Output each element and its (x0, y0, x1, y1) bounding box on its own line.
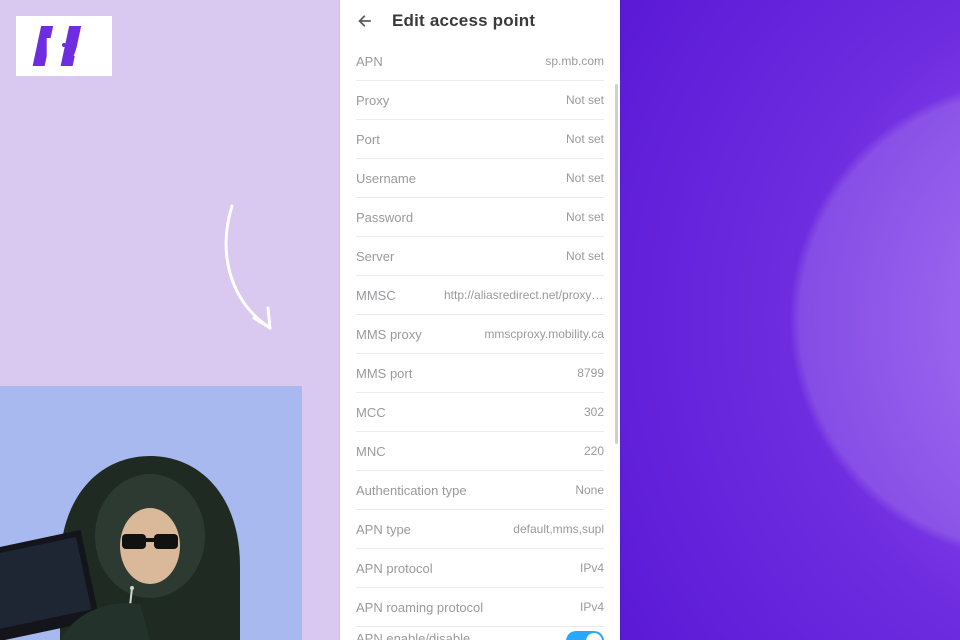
setting-label: Username (356, 171, 416, 186)
setting-label: APN enable/disable (356, 631, 470, 640)
setting-label: Authentication type (356, 483, 467, 498)
background-gradient (620, 0, 960, 640)
setting-label: APN type (356, 522, 411, 537)
setting-value: Not set (566, 132, 604, 146)
arrow-left-icon (355, 11, 375, 31)
svg-text:A: A (73, 32, 92, 62)
svg-text:H: H (45, 32, 64, 62)
setting-value: 220 (584, 444, 604, 458)
setting-row-mnc[interactable]: MNC 220 (356, 432, 604, 471)
setting-label: APN (356, 54, 383, 69)
setting-value: sp.mb.com (545, 54, 604, 68)
setting-value: http://aliasredirect.net/proxy/mb/mmsc (444, 288, 604, 302)
setting-label: MCC (356, 405, 386, 420)
setting-label: Server (356, 249, 394, 264)
setting-label: MMS port (356, 366, 412, 381)
setting-value: default,mms,supl (513, 522, 604, 536)
setting-row-port[interactable]: Port Not set (356, 120, 604, 159)
setting-row-apn-roaming-protocol[interactable]: APN roaming protocol IPv4 (356, 588, 604, 627)
setting-value: 8799 (577, 366, 604, 380)
setting-row-mms-proxy[interactable]: MMS proxy mmscproxy.mobility.ca (356, 315, 604, 354)
setting-row-proxy[interactable]: Proxy Not set (356, 81, 604, 120)
setting-value: mmscproxy.mobility.ca (484, 327, 604, 341)
setting-value: Not set (566, 249, 604, 263)
setting-label: APN protocol (356, 561, 433, 576)
setting-value: None (575, 483, 604, 497)
setting-row-apn-enable[interactable]: APN enable/disable APN enabled (356, 627, 604, 640)
setting-label: MMS proxy (356, 327, 422, 342)
setting-row-apn-type[interactable]: APN type default,mms,supl (356, 510, 604, 549)
screen-header: Edit access point (340, 0, 620, 42)
setting-value: IPv4 (580, 561, 604, 575)
setting-row-mms-port[interactable]: MMS port 8799 (356, 354, 604, 393)
brand-logo: H A (16, 16, 112, 76)
setting-value: Not set (566, 171, 604, 185)
setting-row-apn[interactable]: APN sp.mb.com (356, 42, 604, 81)
phone-settings-panel: Edit access point APN sp.mb.com Proxy No… (340, 0, 620, 640)
setting-label: APN roaming protocol (356, 600, 483, 615)
setting-label: Port (356, 132, 380, 147)
back-button[interactable] (354, 10, 376, 32)
setting-label: Proxy (356, 93, 389, 108)
setting-value: Not set (566, 210, 604, 224)
setting-row-mcc[interactable]: MCC 302 (356, 393, 604, 432)
setting-row-apn-protocol[interactable]: APN protocol IPv4 (356, 549, 604, 588)
setting-value: IPv4 (580, 600, 604, 614)
setting-label: MNC (356, 444, 386, 459)
setting-row-auth-type[interactable]: Authentication type None (356, 471, 604, 510)
screen-title: Edit access point (392, 11, 535, 31)
setting-row-server[interactable]: Server Not set (356, 237, 604, 276)
setting-label: MMSC (356, 288, 396, 303)
scrollbar[interactable] (615, 84, 618, 444)
setting-label: Password (356, 210, 413, 225)
setting-row-username[interactable]: Username Not set (356, 159, 604, 198)
setting-row-mmsc[interactable]: MMSC http://aliasredirect.net/proxy/mb/m… (356, 276, 604, 315)
setting-value: 302 (584, 405, 604, 419)
setting-row-password[interactable]: Password Not set (356, 198, 604, 237)
decorative-arrow (210, 200, 300, 350)
setting-value: Not set (566, 93, 604, 107)
apn-enable-toggle[interactable] (566, 631, 604, 640)
hacker-photo (0, 386, 302, 640)
settings-list: APN sp.mb.com Proxy Not set Port Not set… (340, 42, 620, 640)
